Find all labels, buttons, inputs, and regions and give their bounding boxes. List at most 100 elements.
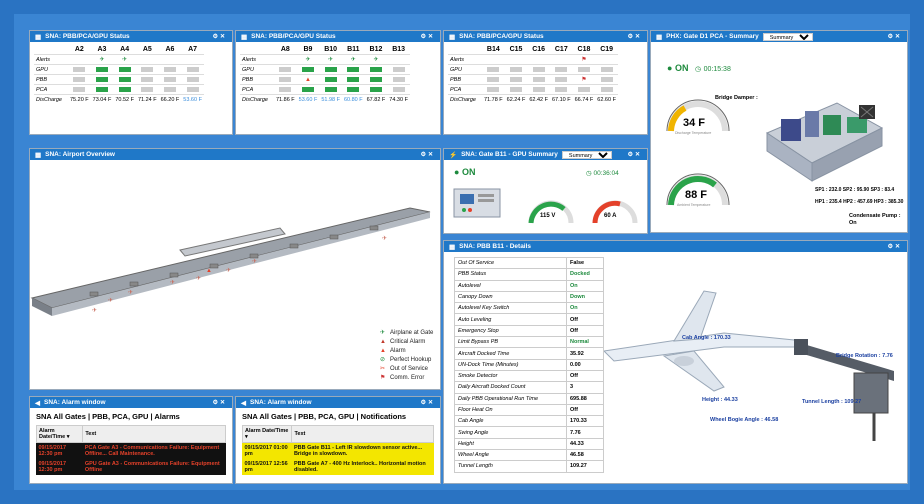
gate-header[interactable]: A5	[136, 45, 159, 55]
grid-cell[interactable]: ✈	[296, 54, 320, 65]
grid-cell[interactable]	[90, 74, 114, 85]
gate-header[interactable]: A6	[159, 45, 182, 55]
grid-cell[interactable]	[135, 84, 159, 95]
grid-cell[interactable]	[387, 54, 410, 65]
grid-cell[interactable]	[364, 84, 388, 95]
alarm-time-header[interactable]: Alarm Date/Time ▾	[241, 425, 293, 443]
settings-icon[interactable]: ⚙✕	[888, 33, 902, 40]
grid-cell[interactable]	[158, 84, 182, 95]
grid-cell[interactable]	[595, 64, 618, 75]
grid-cell[interactable]	[341, 84, 365, 95]
grid-cell[interactable]: ✈	[364, 54, 388, 65]
grid-cell[interactable]	[364, 74, 388, 85]
gate-header[interactable]: B13	[387, 45, 410, 55]
grid-cell[interactable]	[482, 64, 505, 75]
grid-cell[interactable]: ✈	[341, 54, 365, 65]
settings-icon[interactable]: ⚙✕	[628, 151, 642, 158]
grid-cell[interactable]: ⚑	[572, 54, 596, 65]
grid-cell[interactable]	[527, 64, 550, 75]
grid-cell[interactable]	[274, 84, 297, 95]
alarm-time-header[interactable]: Alarm Date/Time ▾	[35, 425, 84, 443]
grid-cell[interactable]	[572, 64, 596, 75]
gate-header[interactable]: A4	[113, 45, 136, 55]
grid-cell[interactable]	[387, 74, 410, 85]
grid-cell[interactable]	[113, 64, 136, 75]
grid-cell[interactable]	[274, 64, 297, 75]
grid-cell[interactable]	[341, 74, 365, 85]
settings-icon[interactable]: ⚙✕	[628, 33, 642, 40]
gate-header[interactable]: C16	[527, 45, 550, 55]
grid-cell[interactable]: ✈	[113, 54, 136, 65]
grid-cell[interactable]	[549, 54, 573, 65]
alarm-text-header[interactable]: Text	[82, 425, 226, 443]
grid-cell[interactable]	[319, 64, 342, 75]
gate-header[interactable]: A2	[68, 45, 91, 55]
gate-header[interactable]: A3	[91, 45, 114, 55]
grid-cell[interactable]	[549, 74, 573, 85]
settings-icon[interactable]: ⚙✕	[213, 399, 227, 406]
grid-cell[interactable]	[68, 74, 91, 85]
grid-cell[interactable]	[527, 74, 550, 85]
alarm-text-header[interactable]: Text	[291, 425, 434, 443]
grid-cell[interactable]	[387, 84, 410, 95]
grid-cell[interactable]	[181, 84, 204, 95]
settings-icon[interactable]: ⚙✕	[213, 33, 227, 40]
grid-cell[interactable]	[319, 74, 342, 85]
gate-header[interactable]: B9	[297, 45, 320, 55]
grid-cell[interactable]	[319, 84, 342, 95]
settings-icon[interactable]: ⚙✕	[888, 243, 902, 250]
grid-cell[interactable]	[341, 64, 365, 75]
grid-cell[interactable]	[113, 74, 136, 85]
grid-cell[interactable]	[482, 54, 505, 65]
grid-cell[interactable]	[595, 54, 618, 65]
gate-header[interactable]: C19	[595, 45, 618, 55]
grid-cell[interactable]	[158, 54, 182, 65]
grid-cell[interactable]	[387, 64, 410, 75]
grid-cell[interactable]	[482, 84, 505, 95]
gate-header[interactable]: C17	[550, 45, 573, 55]
grid-cell[interactable]	[296, 64, 320, 75]
grid-cell[interactable]	[527, 84, 550, 95]
grid-cell[interactable]	[135, 74, 159, 85]
settings-icon[interactable]: ⚙✕	[421, 399, 435, 406]
grid-cell[interactable]	[504, 84, 528, 95]
grid-cell[interactable]	[135, 54, 159, 65]
grid-cell[interactable]: ✈	[319, 54, 342, 65]
gate-header[interactable]: A7	[181, 45, 204, 55]
grid-cell[interactable]: ▲	[296, 74, 320, 85]
settings-icon[interactable]: ⚙✕	[421, 33, 435, 40]
grid-cell[interactable]	[68, 64, 91, 75]
grid-cell[interactable]	[113, 84, 136, 95]
gate-header[interactable]: A8	[274, 45, 297, 55]
grid-cell[interactable]	[181, 64, 204, 75]
gate-header[interactable]: C15	[505, 45, 528, 55]
gate-header[interactable]: B10	[319, 45, 342, 55]
gate-header[interactable]: B11	[342, 45, 365, 55]
gate-header[interactable]: B14	[482, 45, 505, 55]
grid-cell[interactable]	[181, 74, 204, 85]
gate-header[interactable]: C18	[573, 45, 596, 55]
grid-cell[interactable]	[90, 84, 114, 95]
grid-cell[interactable]	[274, 74, 297, 85]
gate-header[interactable]: B12	[365, 45, 388, 55]
grid-cell[interactable]: ⚑	[572, 74, 596, 85]
alarm-row[interactable]: 09/15/2017 12:56 pm PBB Gate A7 - 400 Hz …	[243, 459, 434, 475]
settings-icon[interactable]: ⚙✕	[421, 151, 435, 158]
grid-cell[interactable]: ✈	[90, 54, 114, 65]
alarm-row[interactable]: 09/15/2017 12:30 pm GPU Gate A3 - Communi…	[37, 459, 226, 475]
grid-cell[interactable]	[527, 54, 550, 65]
grid-cell[interactable]	[595, 84, 618, 95]
alarm-row[interactable]: 09/15/2017 01:00 pm PBB Gate B11 - Left I…	[243, 443, 434, 460]
grid-cell[interactable]	[572, 84, 596, 95]
grid-cell[interactable]	[549, 64, 573, 75]
grid-cell[interactable]	[135, 64, 159, 75]
grid-cell[interactable]	[90, 64, 114, 75]
grid-cell[interactable]	[595, 74, 618, 85]
grid-cell[interactable]	[549, 84, 573, 95]
grid-cell[interactable]	[274, 54, 297, 65]
grid-cell[interactable]	[68, 54, 91, 65]
grid-cell[interactable]	[181, 54, 204, 65]
grid-cell[interactable]	[158, 64, 182, 75]
view-select[interactable]: Summary	[561, 150, 612, 159]
grid-cell[interactable]	[504, 54, 528, 65]
